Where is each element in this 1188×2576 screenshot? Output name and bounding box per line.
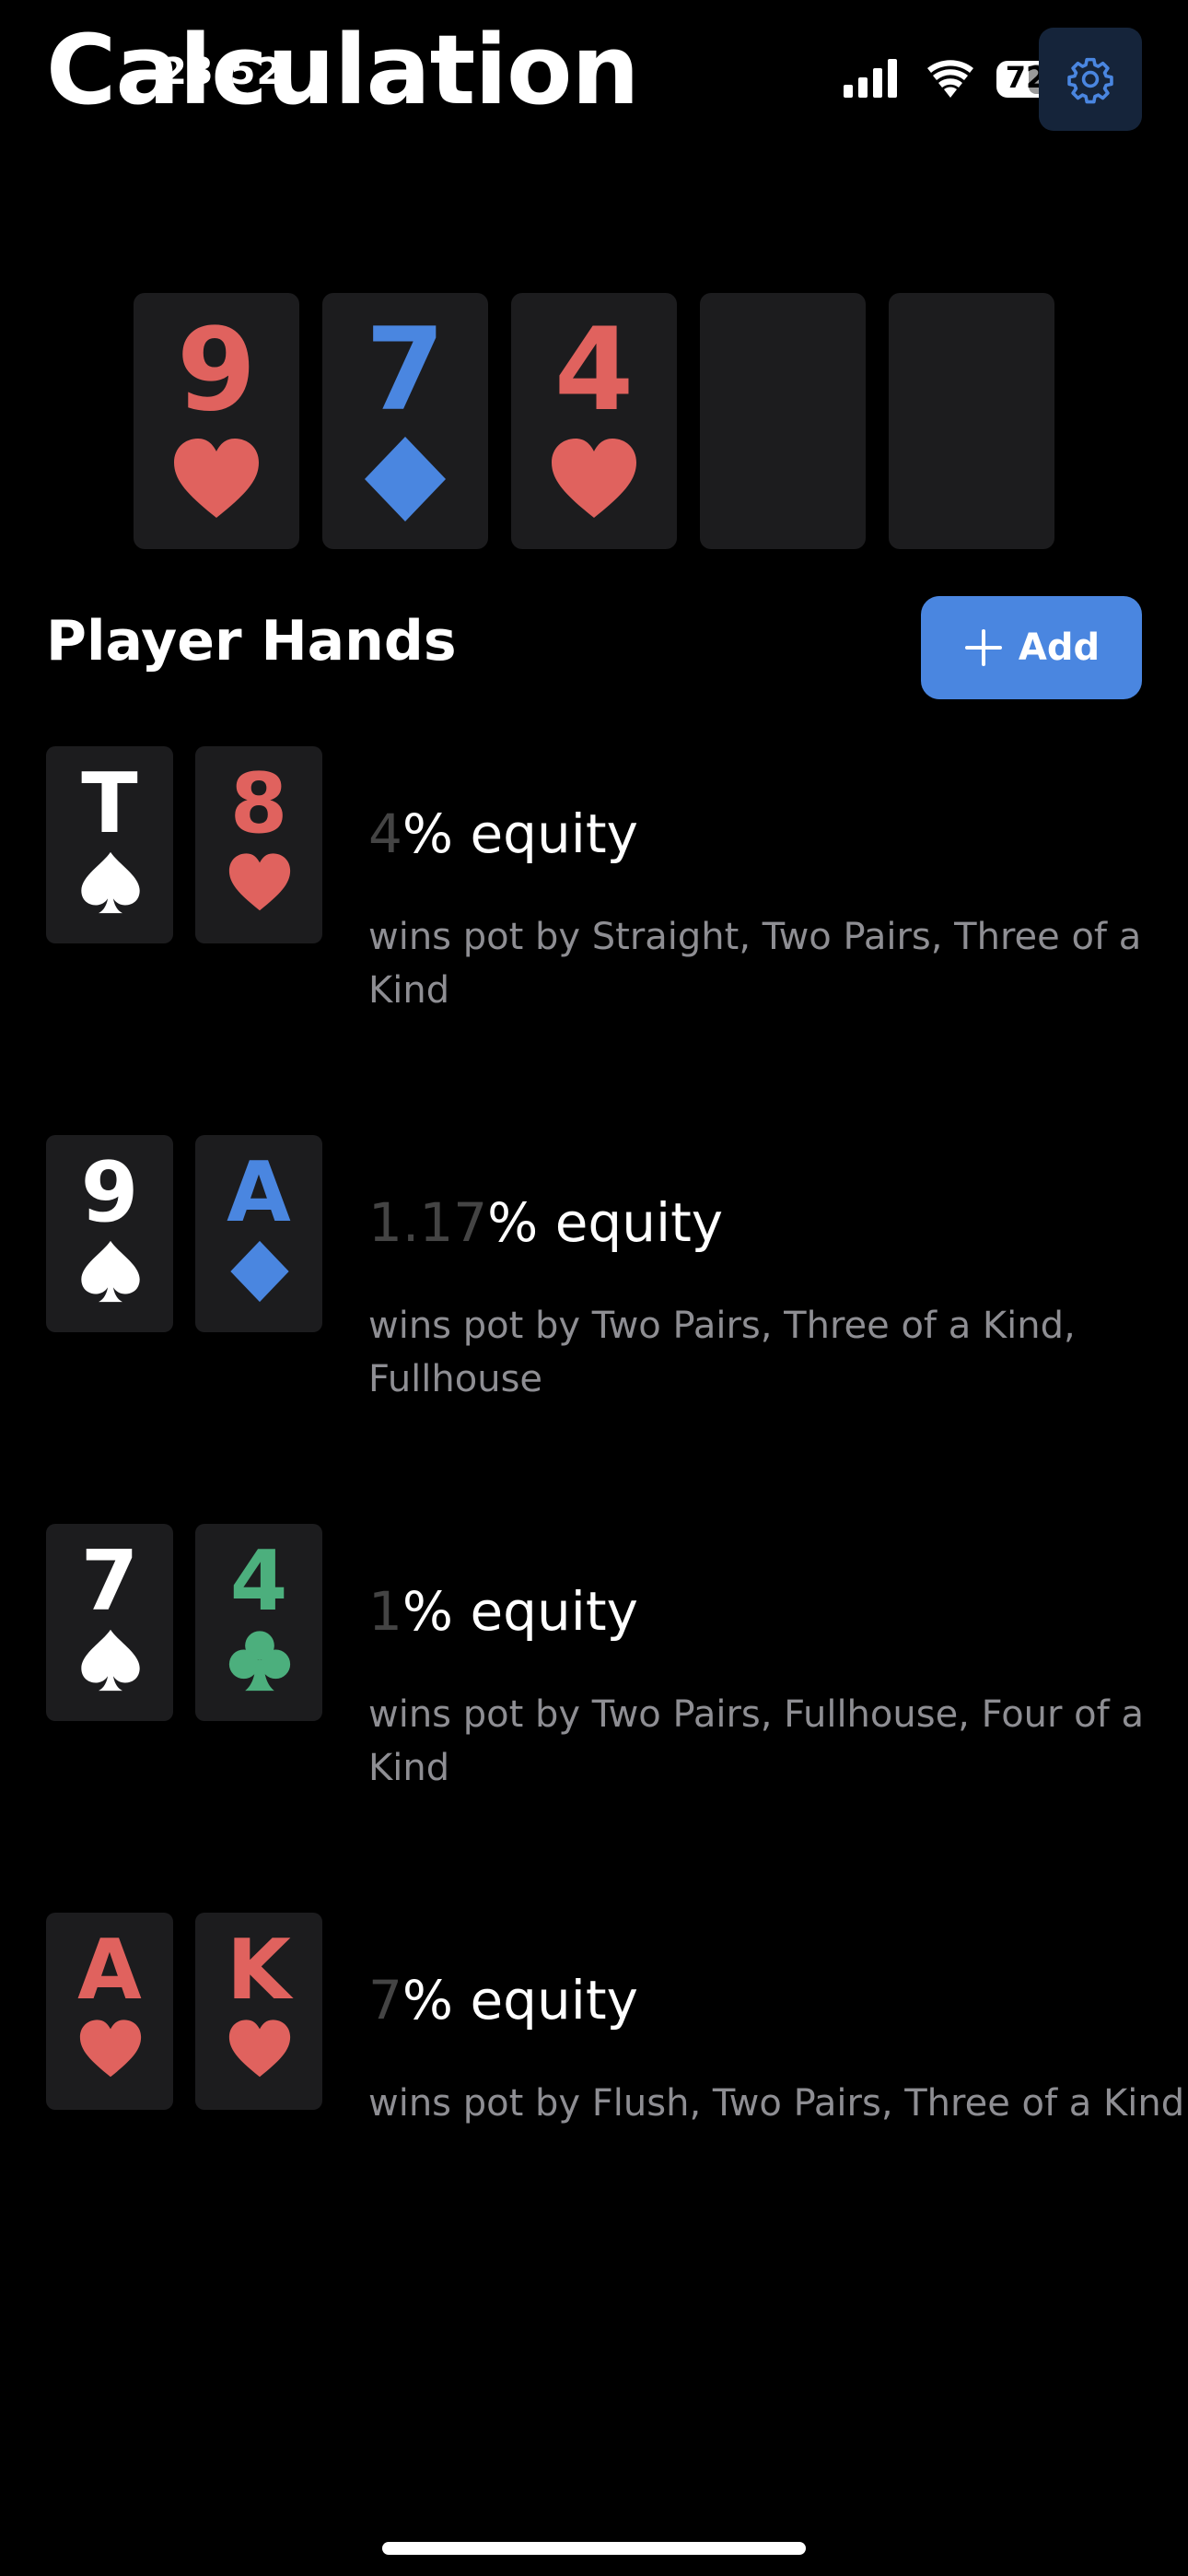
card-rank: 9 — [176, 304, 257, 437]
wins-pot-description: wins pot by Two Pairs, Fullhouse, Four o… — [368, 1693, 1144, 1789]
diamond-suit-icon — [230, 1240, 289, 1303]
heart-suit-icon — [174, 439, 259, 518]
club-suit-icon — [228, 1631, 291, 1692]
plus-icon — [964, 629, 1002, 666]
equity-value: 1 — [368, 1580, 402, 1643]
status-time: 23:52 — [161, 51, 284, 93]
board-card[interactable]: 4 — [511, 293, 677, 549]
heart-suit-icon — [79, 2020, 142, 2078]
add-player-button[interactable]: Add — [921, 596, 1142, 699]
card-rank: 7 — [80, 1533, 139, 1630]
equity-unit: % equity — [402, 802, 638, 865]
equity-unit: % equity — [402, 1580, 638, 1643]
equity-text: 7% equity — [368, 1973, 638, 2027]
home-indicator — [382, 2542, 806, 2555]
wins-pot-description: wins pot by Straight, Two Pairs, Three o… — [368, 916, 1142, 1012]
spade-suit-icon — [81, 1629, 140, 1692]
wins-pot-description: wins pot by Flush, Two Pairs, Three of a… — [368, 2082, 1185, 2125]
card-rank: 7 — [365, 304, 446, 437]
add-button-label: Add — [1018, 626, 1101, 669]
board-card[interactable]: 9 — [134, 293, 299, 549]
spade-suit-icon — [81, 1240, 140, 1303]
hand-card[interactable]: 9 — [46, 1135, 173, 1332]
equity-text: 1.17% equity — [368, 1196, 723, 1249]
player-hands-title: Player Hands — [46, 609, 457, 673]
heart-suit-icon — [552, 439, 636, 518]
spade-suit-icon — [81, 851, 140, 914]
hand-card[interactable]: 7 — [46, 1524, 173, 1721]
card-rank: K — [227, 1922, 291, 2019]
wins-pot-description: wins pot by Two Pairs, Three of a Kind, … — [368, 1305, 1076, 1400]
card-rank: 9 — [80, 1144, 139, 1241]
card-rank: 4 — [229, 1533, 288, 1630]
card-rank: 4 — [553, 304, 635, 437]
hand-card[interactable]: A — [195, 1135, 322, 1332]
heart-suit-icon — [228, 853, 291, 911]
card-rank: 8 — [229, 755, 288, 852]
hand-card[interactable]: T — [46, 746, 173, 943]
board-card-empty[interactable] — [700, 293, 866, 549]
gear-icon — [1067, 57, 1113, 104]
player-hand-row[interactable]: 9 A 1.17% equity wins pot by Two Pairs, Thr… — [46, 1135, 1142, 1467]
equity-value: 7 — [368, 1969, 402, 2032]
card-rank: T — [81, 755, 138, 852]
equity-value: 4 — [368, 802, 402, 865]
equity-unit: % equity — [402, 1969, 638, 2032]
page-title: Calculation — [46, 14, 640, 126]
board-card-empty[interactable] — [889, 293, 1054, 549]
hand-card[interactable]: 4 — [195, 1524, 322, 1721]
diamond-suit-icon — [365, 437, 446, 521]
hand-card[interactable]: 8 — [195, 746, 322, 943]
board-cards: 974 — [134, 293, 1054, 549]
player-hand-row[interactable]: A K 7% equity wins pot by Flush, Two Pairs,… — [46, 1913, 1184, 2244]
player-hand-row[interactable]: T 8 4% equity wins pot by Straight, Two Pai… — [46, 746, 1142, 1078]
equity-value: 1.17 — [368, 1191, 488, 1254]
equity-text: 4% equity — [368, 807, 638, 861]
player-hand-row[interactable]: 7 4 1% equity wins pot by Two Pairs, Fullho… — [46, 1524, 1144, 1856]
card-rank: A — [77, 1922, 142, 2019]
heart-suit-icon — [228, 2020, 291, 2078]
card-rank: A — [227, 1144, 291, 1241]
hand-card[interactable]: A — [46, 1913, 173, 2110]
board-card[interactable]: 7 — [322, 293, 488, 549]
equity-text: 1% equity — [368, 1585, 638, 1638]
hand-card[interactable]: K — [195, 1913, 322, 2110]
settings-button[interactable] — [1039, 28, 1142, 131]
equity-unit: % equity — [487, 1191, 724, 1254]
